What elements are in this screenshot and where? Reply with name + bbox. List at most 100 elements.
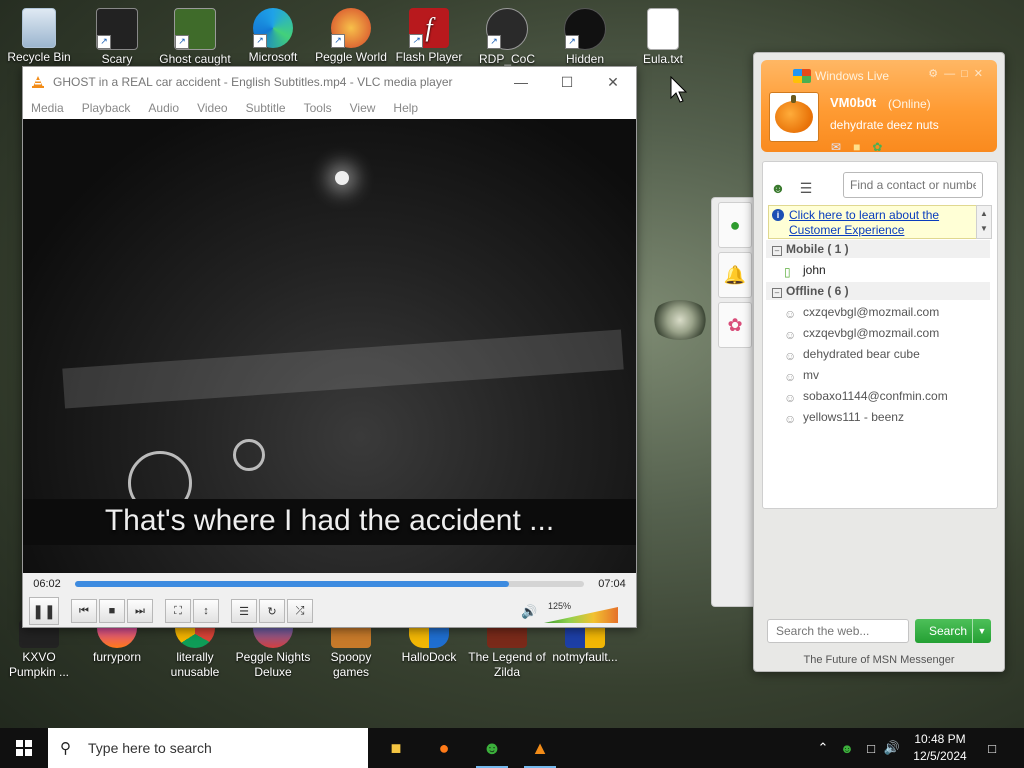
playlist-button[interactable]: ☰ [231, 599, 257, 623]
taskbar-msn-messenger[interactable]: ☻ [468, 728, 516, 768]
shuffle-button[interactable]: ⤮ [287, 599, 313, 623]
find-contact-input[interactable] [843, 172, 983, 198]
menu-media[interactable]: Media [31, 101, 64, 115]
contact-item[interactable]: ☺ dehydrated bear cube [784, 344, 920, 364]
extended-settings-button[interactable]: ↕ [193, 599, 219, 623]
speaker-icon[interactable]: 🔊 [521, 604, 537, 620]
info-scrollbar[interactable]: ▲ ▼ [976, 205, 992, 239]
desktop-icon-peggle-nights[interactable]: Peggle Nights Deluxe [234, 620, 312, 680]
text-file-icon [647, 8, 679, 50]
tab-games[interactable]: ✿ [718, 302, 752, 348]
offline-person-icon: ☺ [784, 328, 797, 342]
view-options-icon[interactable]: ☰ [792, 177, 820, 199]
avatar[interactable] [769, 92, 819, 142]
tab-contacts[interactable]: ● [718, 202, 752, 248]
desktop-icon-legend-of-zilda[interactable]: The Legend of Zilda [468, 620, 546, 680]
video-area[interactable]: That's where I had the accident ... [23, 119, 636, 573]
menu-view[interactable]: View [350, 101, 376, 115]
windows-live-flag-icon [793, 69, 811, 83]
customer-experience-link[interactable]: Click here to learn about the Customer E… [789, 208, 973, 238]
desktop-icon-flash-player[interactable]: f ↗ Flash Player [390, 8, 468, 65]
fullscreen-button[interactable]: ⛶ [165, 599, 191, 623]
flash-icon: f ↗ [409, 8, 449, 48]
clock-time: 10:48 PM [914, 732, 966, 746]
tab-alerts[interactable]: 🔔 [718, 252, 752, 298]
shortcut-arrow-icon: ↗ [253, 34, 267, 48]
vlc-titlebar[interactable]: GHOST in a REAL car accident - English S… [23, 67, 636, 97]
desktop-icon-spoopy-games[interactable]: Spoopy games [312, 620, 390, 680]
previous-button[interactable]: ⏮ [71, 599, 97, 623]
contact-item[interactable]: ☺ yellows111 - beenz [784, 407, 904, 427]
chevron-down-icon[interactable]: ▼ [972, 619, 991, 643]
menu-playback[interactable]: Playback [82, 101, 131, 115]
personal-message[interactable]: dehydrate deez nuts [830, 118, 939, 132]
folder-icon: ■ [390, 737, 402, 758]
add-contact-icon[interactable]: ☻ [764, 177, 792, 199]
vlc-window-title: GHOST in a REAL car accident - English S… [53, 75, 453, 89]
tray-network-icon[interactable]: □ [860, 728, 882, 768]
offline-person-icon: ☺ [784, 370, 797, 384]
desktop-icon-hidden[interactable]: ↗ Hidden [546, 8, 624, 67]
taskbar-file-explorer[interactable]: ■ [372, 728, 420, 768]
notifications-button[interactable]: □ [980, 728, 1004, 768]
volume-slider[interactable]: 125% [544, 601, 618, 623]
web-search-input[interactable] [767, 619, 909, 643]
offline-person-icon: ☺ [784, 391, 797, 405]
contact-item[interactable]: ☺ mv [784, 365, 819, 385]
taskbar-search-box[interactable]: ⚲ Type here to search [48, 728, 368, 768]
close-button[interactable]: ✕ [590, 67, 636, 97]
menu-audio[interactable]: Audio [148, 101, 179, 115]
menu-help[interactable]: Help [393, 101, 418, 115]
group-header-offline[interactable]: – Offline ( 6 ) [766, 282, 990, 300]
msn-side-tabs: ● 🔔 ✿ [711, 197, 756, 607]
contact-item[interactable]: ☺ cxzqevbgl@mozmail.com [784, 302, 939, 322]
desktop-icon-rdp-coc[interactable]: ↗ RDP_CoC [468, 8, 546, 67]
shortcut-arrow-icon: ↗ [409, 34, 423, 48]
minimize-button[interactable]: — [498, 67, 544, 97]
spaces-icon[interactable]: ■ [853, 140, 860, 154]
msn-butterfly-icon[interactable]: ✿ [872, 140, 882, 154]
desktop-icon-peggle-world[interactable]: ↗ Peggle World [312, 8, 390, 65]
firefox-icon: ● [438, 737, 450, 758]
desktop-icon-literally-unusable[interactable]: literally unusable [156, 620, 234, 680]
pause-button[interactable]: ❚❚ [29, 597, 59, 625]
stop-button[interactable]: ■ [99, 599, 125, 623]
taskbar-vlc[interactable]: ▲ [516, 728, 564, 768]
menu-tools[interactable]: Tools [304, 101, 332, 115]
desktop-icon-microsoft-edge[interactable]: ↗ Microsoft [234, 8, 312, 65]
desktop-icon-eula[interactable]: Eula.txt [624, 8, 702, 67]
menu-video[interactable]: Video [197, 101, 227, 115]
web-search-button[interactable]: Search ▼ [915, 619, 991, 643]
notification-icon: □ [988, 740, 996, 756]
taskbar-firefox[interactable]: ● [420, 728, 468, 768]
loop-icon: ↻ [267, 605, 277, 618]
next-button[interactable]: ⏭ [127, 599, 153, 623]
msn-messenger-window[interactable]: Windows Live ⚙—□✕ VM0b0t (Online) dehydr… [753, 52, 1005, 672]
recycle-bin-icon [22, 8, 56, 48]
contact-item[interactable]: ▯ john [784, 260, 826, 280]
seek-row: 06:02 07:04 [23, 573, 636, 595]
start-button[interactable] [0, 728, 48, 768]
tray-msn-icon[interactable]: ☻ [836, 728, 858, 768]
contact-item[interactable]: ☺ cxzqevbgl@mozmail.com [784, 323, 939, 343]
buddy-icon: ● [729, 214, 741, 235]
mail-icon[interactable]: ✉ [831, 140, 841, 154]
seek-bar[interactable] [75, 581, 584, 587]
maximize-button[interactable]: ☐ [544, 67, 590, 97]
online-status[interactable]: (Online) [888, 97, 931, 111]
msn-window-controls[interactable]: ⚙—□✕ [928, 67, 989, 80]
vlc-window[interactable]: GHOST in a REAL car accident - English S… [22, 66, 637, 628]
msn-window-title: Windows Live [815, 69, 890, 83]
display-name[interactable]: VM0b0t [830, 95, 876, 110]
taskbar-clock[interactable]: 10:48 PM 12/5/2024 [898, 731, 982, 765]
tray-overflow-chevron[interactable]: ⌃ [812, 728, 834, 768]
desktop-icon-scary[interactable]: ↗ Scary [78, 8, 156, 67]
group-header-mobile[interactable]: – Mobile ( 1 ) [766, 240, 990, 258]
desktop-icon-recycle-bin[interactable]: Recycle Bin [0, 8, 78, 65]
desktop-icon-kxvo-pumpkin[interactable]: KXVO Pumpkin ... [0, 620, 78, 680]
menu-subtitle[interactable]: Subtitle [246, 101, 286, 115]
wallpaper-eye-left [650, 300, 710, 340]
desktop-icon-ghost-caught[interactable]: ↗ Ghost caught [156, 8, 234, 67]
contact-item[interactable]: ☺ sobaxo1144@confmin.com [784, 386, 948, 406]
loop-button[interactable]: ↻ [259, 599, 285, 623]
